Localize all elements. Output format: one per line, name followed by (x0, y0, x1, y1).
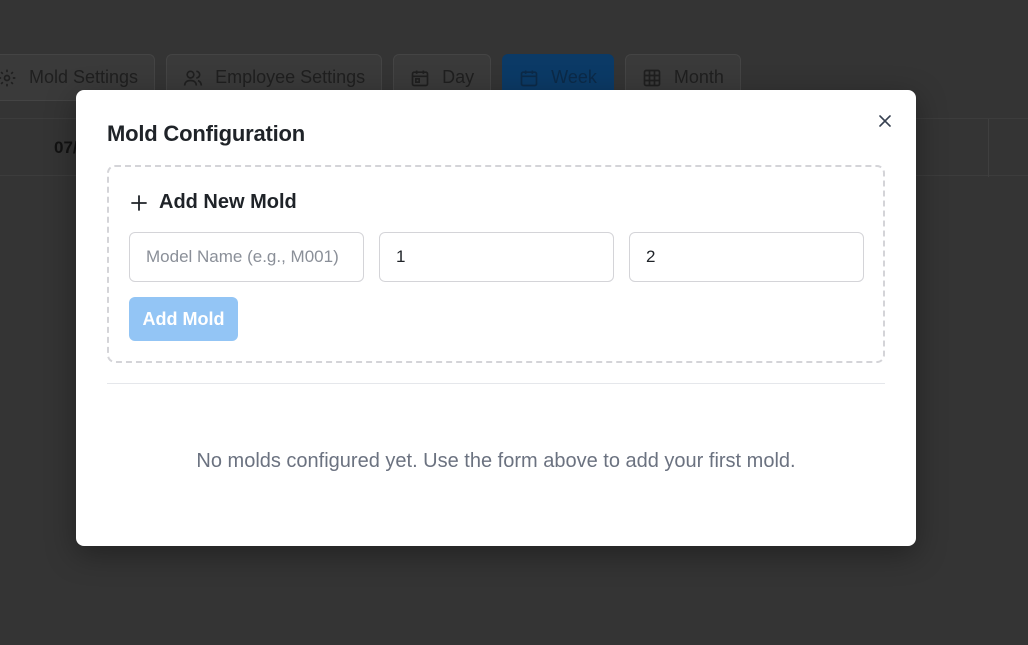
divider (107, 383, 885, 384)
column-divider (988, 119, 989, 177)
add-mold-button[interactable]: Add Mold (129, 297, 238, 341)
dialog-title: Mold Configuration (107, 121, 306, 146)
add-mold-heading: Add New Mold (159, 191, 297, 213)
day-view-label: Day (442, 67, 475, 87)
calendar-icon (520, 70, 538, 86)
close-icon (879, 115, 891, 127)
month-view-label: Month (673, 67, 724, 87)
mold-number-input-1[interactable] (379, 232, 614, 282)
plus-icon (131, 194, 147, 211)
calendar-icon (411, 70, 429, 86)
add-mold-section: Add New Mold Add Mold (107, 165, 885, 363)
empty-state-message: No molds configured yet. Use the form ab… (196, 450, 796, 472)
gear-icon (0, 69, 16, 86)
model-name-input[interactable] (129, 232, 364, 282)
mold-configuration-dialog: Mold Configuration Add New Mold Add Mold… (76, 90, 916, 546)
employee-settings-label: Employee Settings (215, 67, 366, 87)
close-button[interactable] (874, 110, 896, 132)
mold-number-input-2[interactable] (629, 232, 864, 282)
add-mold-header: Add New Mold (131, 191, 297, 214)
users-icon (183, 70, 203, 86)
mold-settings-label: Mold Settings (29, 67, 139, 87)
week-view-label: Week (551, 67, 597, 87)
grid-icon (643, 69, 661, 86)
mold-input-row (129, 232, 864, 282)
date-cell: 07/ (54, 138, 78, 157)
